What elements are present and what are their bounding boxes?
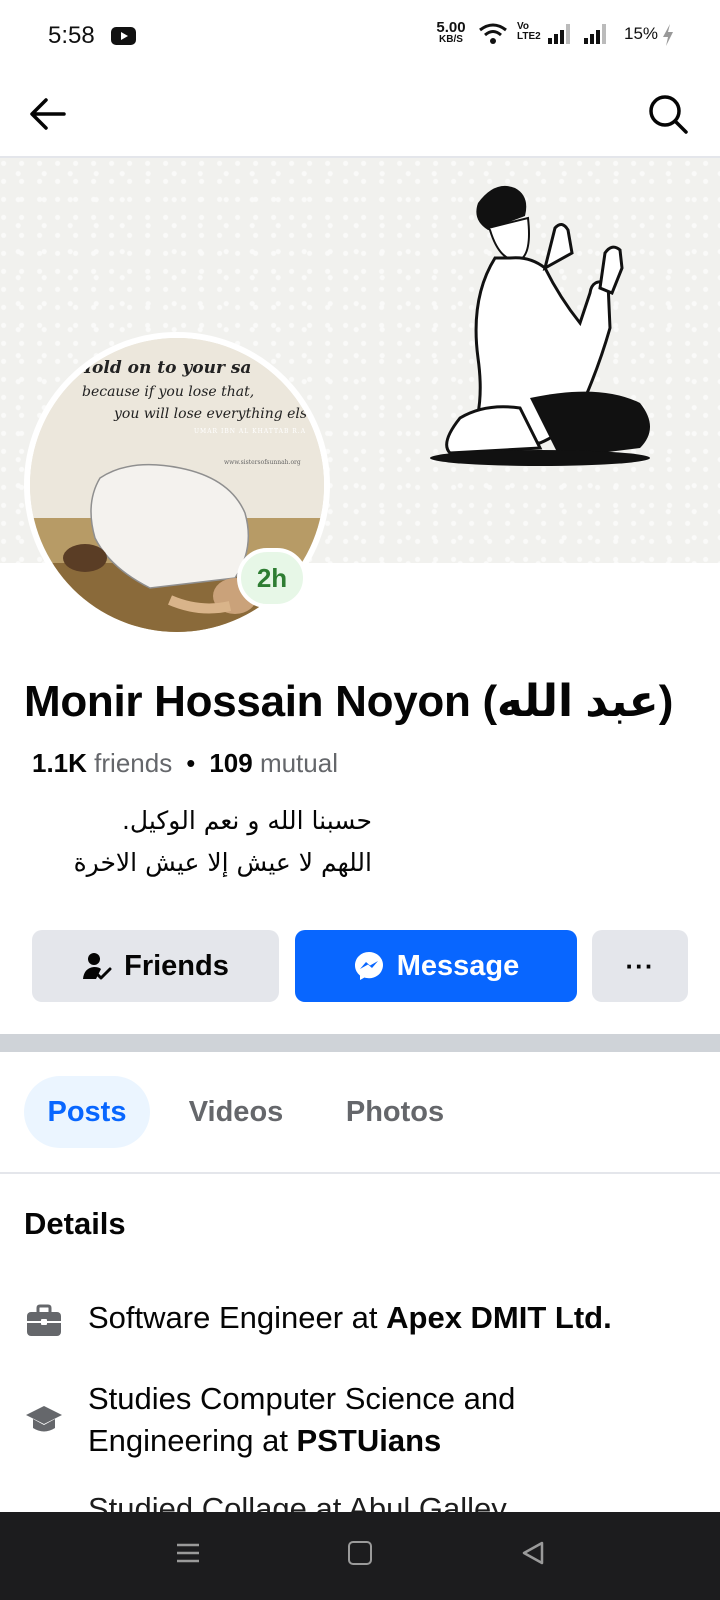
mutual-count[interactable]: 109 xyxy=(209,748,252,778)
wifi-icon xyxy=(479,23,507,44)
menu-icon[interactable] xyxy=(175,1540,201,1566)
friends-button-label: Friends xyxy=(124,949,229,982)
friend-stats: 1.1K friends • 109 mutual xyxy=(32,748,338,779)
network-speed: 5.00 KB/S xyxy=(436,19,466,45)
signal-icon xyxy=(548,24,570,44)
back-arrow-icon[interactable] xyxy=(24,90,72,138)
graduation-cap-icon xyxy=(26,1406,62,1432)
battery-level: 15% xyxy=(624,24,659,43)
system-nav-bar xyxy=(0,1512,720,1600)
messenger-icon xyxy=(354,952,383,980)
back-icon[interactable] xyxy=(520,1540,546,1566)
friends-count[interactable]: 1.1K xyxy=(32,748,87,778)
status-bar: 5:58 5.00 KB/S Vo LTE2 15% xyxy=(0,0,720,70)
detail-work: Software Engineer at Apex DMIT Ltd. xyxy=(24,1297,704,1341)
tab-photos[interactable]: Photos xyxy=(335,1076,455,1148)
tab-videos[interactable]: Videos xyxy=(176,1076,296,1148)
youtube-icon xyxy=(111,27,136,45)
battery-charging-icon xyxy=(663,24,673,46)
mutual-label[interactable]: mutual xyxy=(260,748,338,778)
friends-label[interactable]: friends xyxy=(94,748,172,778)
friends-button[interactable]: Friends xyxy=(32,930,279,1002)
active-status-badge: 2h xyxy=(237,548,307,608)
search-icon[interactable] xyxy=(644,90,692,138)
section-divider xyxy=(0,1034,720,1052)
home-icon[interactable] xyxy=(348,1541,372,1565)
tabs-divider xyxy=(0,1172,720,1174)
work-prefix: Software Engineer at xyxy=(88,1300,387,1335)
work-place[interactable]: Apex DMIT Ltd. xyxy=(386,1300,612,1335)
avatar-quote: Hold on to your sa because if you lose t… xyxy=(76,358,320,466)
signal-icon xyxy=(584,24,606,44)
detail-study: Studies Computer Science and Engineering… xyxy=(24,1378,704,1462)
volte-indicator: Vo LTE2 xyxy=(517,21,541,42)
profile-name: Monir Hossain Noyon (عبد الله) xyxy=(24,677,674,726)
top-app-bar xyxy=(0,70,720,158)
bio-line: حسبنا الله و نعم الوكيل. xyxy=(121,806,372,835)
profile-bio: حسبنا الله و نعم الوكيل. اللهم لا عيش إل… xyxy=(32,800,372,884)
bio-line: اللهم لا عيش إلا عيش الاخرة xyxy=(73,848,372,877)
more-options-button[interactable]: ··· xyxy=(592,930,688,1002)
study-place[interactable]: PSTUians xyxy=(297,1423,442,1458)
details-heading: Details xyxy=(24,1206,126,1241)
briefcase-icon xyxy=(27,1304,61,1336)
more-icon: ··· xyxy=(625,950,655,981)
message-button-label: Message xyxy=(396,949,520,982)
friend-check-icon xyxy=(83,953,112,980)
tab-posts[interactable]: Posts xyxy=(24,1076,150,1148)
status-time: 5:58 xyxy=(48,22,95,49)
message-button[interactable]: Message xyxy=(295,930,577,1002)
stats-separator: • xyxy=(186,748,196,778)
